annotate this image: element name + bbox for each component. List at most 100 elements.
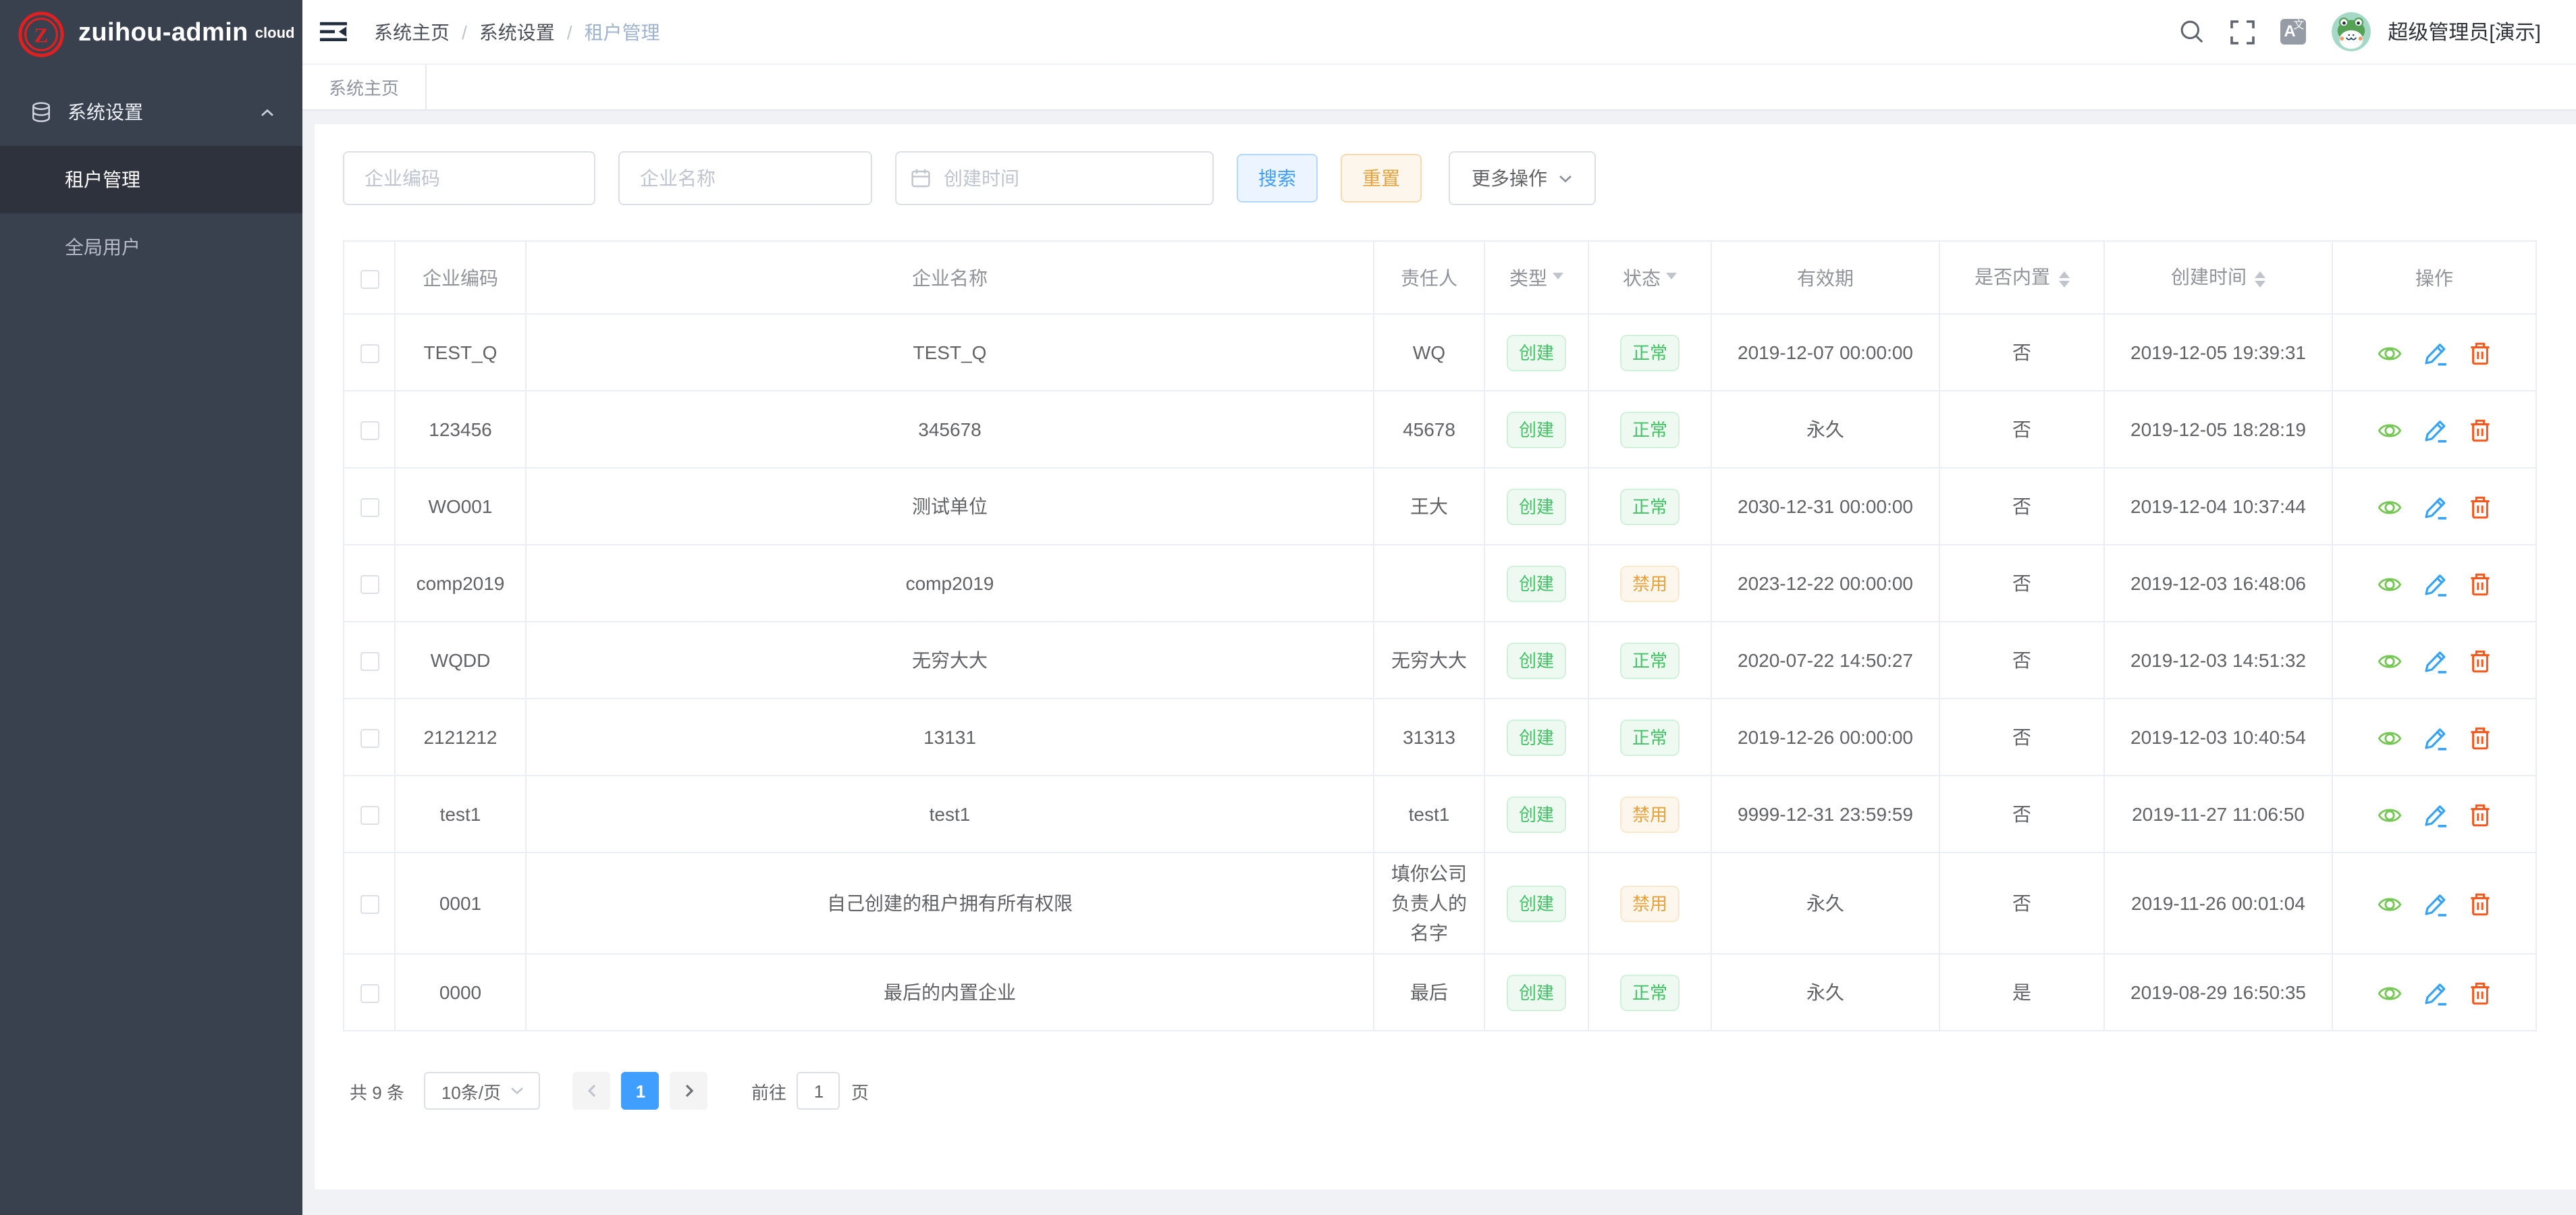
- header-create-time[interactable]: 创建时间: [2104, 241, 2332, 314]
- cell-create-time: 2019-12-05 18:28:19: [2104, 391, 2332, 468]
- view-eye-icon[interactable]: [2378, 422, 2402, 441]
- delete-trash-icon[interactable]: [2469, 982, 2491, 1006]
- header-type[interactable]: 类型: [1484, 241, 1588, 314]
- cell-owner: 31313: [1374, 699, 1484, 776]
- cell-company-code: comp2019: [395, 545, 526, 622]
- header-builtin[interactable]: 是否内置: [1939, 241, 2104, 314]
- view-eye-icon[interactable]: [2378, 499, 2402, 518]
- jump-suffix-label: 页: [851, 1078, 869, 1104]
- edit-pencil-icon[interactable]: [2423, 342, 2448, 367]
- company-code-input[interactable]: [343, 151, 595, 205]
- company-name-input[interactable]: [618, 151, 872, 205]
- view-eye-icon[interactable]: [2378, 896, 2402, 915]
- type-tag: 创建: [1507, 885, 1566, 921]
- sidebar-item-tenant-management[interactable]: 租户管理: [0, 146, 302, 213]
- cell-company-code: WO001: [395, 468, 526, 545]
- translate-icon[interactable]: A 文: [2280, 19, 2305, 45]
- delete-trash-icon[interactable]: [2469, 893, 2491, 917]
- filter-bar: 搜索 重置 更多操作: [343, 151, 2535, 205]
- cell-operations: [2332, 954, 2536, 1031]
- row-checkbox[interactable]: [360, 985, 379, 1004]
- row-checkbox[interactable]: [360, 730, 379, 749]
- row-checkbox[interactable]: [360, 896, 379, 915]
- cell-company-code: 2121212: [395, 699, 526, 776]
- view-eye-icon[interactable]: [2378, 807, 2402, 826]
- delete-trash-icon[interactable]: [2469, 727, 2491, 751]
- more-actions-button[interactable]: 更多操作: [1449, 151, 1596, 205]
- delete-trash-icon[interactable]: [2469, 804, 2491, 828]
- table-body: TEST_Q TEST_Q WQ 创建 正常 2019-12-07 00:00:…: [344, 314, 2536, 1031]
- edit-pencil-icon[interactable]: [2423, 496, 2448, 520]
- cell-builtin: 否: [1939, 853, 2104, 954]
- tenant-table: 企业编码 企业名称 责任人 类型 状态 有效期 是否内置 创建时间 操作 TES…: [343, 240, 2537, 1031]
- cell-validity: 永久: [1711, 391, 1939, 468]
- tab-system-home[interactable]: 系统主页: [302, 65, 427, 109]
- edit-pencil-icon[interactable]: [2423, 650, 2448, 674]
- cell-company-code: 0000: [395, 954, 526, 1031]
- table-row: WQDD 无穷大大 无穷大大 创建 正常 2020-07-22 14:50:27…: [344, 622, 2536, 699]
- breadcrumb-separator: /: [567, 21, 572, 43]
- cell-validity: 2023-12-22 00:00:00: [1711, 545, 1939, 622]
- delete-trash-icon[interactable]: [2469, 573, 2491, 597]
- view-eye-icon[interactable]: [2378, 653, 2402, 672]
- prev-page-button[interactable]: [573, 1072, 611, 1110]
- search-button[interactable]: 搜索: [1237, 154, 1318, 202]
- cell-owner: 王大: [1374, 468, 1484, 545]
- delete-trash-icon[interactable]: [2469, 342, 2491, 367]
- row-checkbox[interactable]: [360, 653, 379, 672]
- row-checkbox[interactable]: [360, 807, 379, 826]
- edit-pencil-icon[interactable]: [2423, 893, 2448, 917]
- hamburger-collapse-icon[interactable]: [302, 0, 366, 63]
- search-icon[interactable]: [2178, 19, 2204, 45]
- table-row: 123456 345678 45678 创建 正常 永久 否 2019-12-0…: [344, 391, 2536, 468]
- edit-pencil-icon[interactable]: [2423, 573, 2448, 597]
- sidebar-menu: 系统设置 租户管理 全局用户: [0, 78, 302, 281]
- view-eye-icon[interactable]: [2378, 985, 2402, 1004]
- edit-pencil-icon[interactable]: [2423, 419, 2448, 443]
- user-name[interactable]: 超级管理员[演示]: [2388, 18, 2541, 46]
- header-status[interactable]: 状态: [1588, 241, 1711, 314]
- breadcrumb-home[interactable]: 系统主页: [374, 18, 450, 45]
- edit-pencil-icon[interactable]: [2423, 982, 2448, 1006]
- reset-button[interactable]: 重置: [1341, 154, 1422, 202]
- cell-operations: [2332, 314, 2536, 391]
- view-eye-icon[interactable]: [2378, 576, 2402, 595]
- delete-trash-icon[interactable]: [2469, 650, 2491, 674]
- create-time-input[interactable]: [895, 151, 1214, 205]
- cell-operations: [2332, 622, 2536, 699]
- sidebar-section-settings[interactable]: 系统设置: [0, 78, 302, 146]
- fullscreen-icon[interactable]: [2230, 20, 2254, 44]
- edit-pencil-icon[interactable]: [2423, 727, 2448, 751]
- page-size-select[interactable]: 10条/页: [425, 1072, 541, 1110]
- cell-operations: [2332, 468, 2536, 545]
- header-select-all[interactable]: [344, 241, 395, 314]
- translate-char: 文: [2293, 20, 2304, 31]
- delete-trash-icon[interactable]: [2469, 496, 2491, 520]
- status-tag: 正常: [1620, 488, 1680, 524]
- row-checkbox[interactable]: [360, 499, 379, 518]
- cell-owner: WQ: [1374, 314, 1484, 391]
- header-company-code: 企业编码: [395, 241, 526, 314]
- type-tag: 创建: [1507, 974, 1566, 1010]
- row-checkbox[interactable]: [360, 345, 379, 364]
- sidebar-item-global-users[interactable]: 全局用户: [0, 213, 302, 281]
- breadcrumb-settings[interactable]: 系统设置: [479, 18, 555, 45]
- row-checkbox[interactable]: [360, 576, 379, 595]
- edit-pencil-icon[interactable]: [2423, 804, 2448, 828]
- page-number-1[interactable]: 1: [622, 1072, 660, 1110]
- next-page-button[interactable]: [670, 1072, 708, 1110]
- status-tag: 正常: [1620, 642, 1680, 678]
- delete-trash-icon[interactable]: [2469, 419, 2491, 443]
- jump-page-input[interactable]: [797, 1072, 840, 1110]
- cell-builtin: 否: [1939, 699, 2104, 776]
- logo[interactable]: Z zuihou-admin cloud: [0, 0, 302, 68]
- select-all-checkbox[interactable]: [360, 270, 379, 289]
- row-checkbox[interactable]: [360, 422, 379, 441]
- status-tag: 正常: [1620, 411, 1680, 448]
- view-eye-icon[interactable]: [2378, 345, 2402, 364]
- avatar[interactable]: [2331, 12, 2370, 51]
- view-eye-icon[interactable]: [2378, 730, 2402, 749]
- content-area: 搜索 重置 更多操作 企业编码 企业名称: [302, 111, 2576, 1215]
- cell-builtin: 否: [1939, 391, 2104, 468]
- cell-owner: 45678: [1374, 391, 1484, 468]
